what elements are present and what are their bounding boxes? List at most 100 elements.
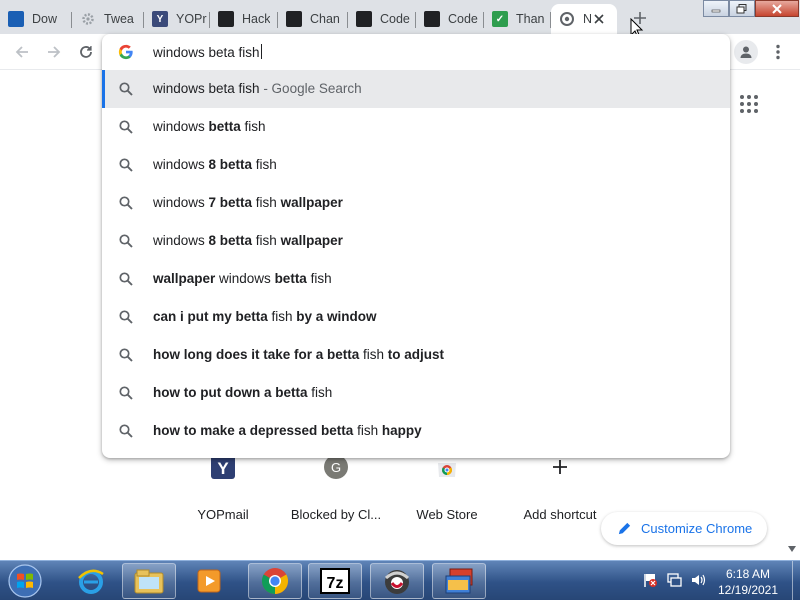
codepen-icon xyxy=(424,11,440,27)
start-button[interactable] xyxy=(4,562,46,600)
suggestion-match: windows beta fish xyxy=(153,81,260,96)
search-icon xyxy=(119,120,133,134)
suggestion-match-bold: how to put down a betta xyxy=(153,385,308,400)
terminal-icon xyxy=(286,11,302,27)
google-apps-icon[interactable] xyxy=(740,95,758,113)
suggestion-match-bold: betta xyxy=(208,119,241,134)
tab-title: Dow xyxy=(32,12,58,26)
suggestion-text: can i put my betta fish by a window xyxy=(153,309,377,324)
scroll-down-icon[interactable] xyxy=(786,543,798,555)
tray-action-center[interactable] xyxy=(642,571,658,589)
codepen-icon xyxy=(356,11,372,27)
suggestion-match-bold: 8 betta xyxy=(208,233,253,248)
shortcut-label: YOPmail xyxy=(197,507,249,522)
search-icon xyxy=(119,424,133,438)
browser-tab[interactable]: Code xyxy=(416,4,484,34)
omnibox-suggestion[interactable]: windows 8 betta fish xyxy=(102,146,730,184)
suggestion-match-bold: betta xyxy=(274,271,307,286)
minimize-button[interactable] xyxy=(703,0,729,17)
browser-tab[interactable]: Dow xyxy=(0,4,72,34)
tray-volume[interactable] xyxy=(690,571,706,589)
taskbar-sandbox[interactable] xyxy=(432,563,486,599)
pencil-icon xyxy=(618,522,631,535)
taskbar-internet-explorer[interactable] xyxy=(64,563,118,599)
google-g-icon xyxy=(118,44,133,60)
address-bar[interactable]: windows beta fish xyxy=(102,34,730,70)
close-icon xyxy=(772,3,782,14)
forward-button[interactable] xyxy=(42,40,66,64)
reload-button[interactable] xyxy=(74,40,98,64)
suggestion-match-bold: wallpaper xyxy=(280,195,343,210)
tab-title: Code xyxy=(380,12,410,26)
maximize-button[interactable] xyxy=(729,0,755,17)
taskbar-media-player[interactable] xyxy=(182,563,236,599)
suggestion-text: windows 7 betta fish wallpaper xyxy=(153,195,343,210)
text-caret xyxy=(260,44,262,59)
show-desktop-button[interactable] xyxy=(792,561,800,600)
chrome-menu-button[interactable] xyxy=(768,40,788,64)
media-player-icon xyxy=(197,569,221,593)
back-button[interactable] xyxy=(10,40,34,64)
arrow-right-icon xyxy=(48,46,61,58)
taskbar-clock[interactable]: 6:18 AM 12/19/2021 xyxy=(712,566,784,598)
ntp-shortcut[interactable]: Web Store xyxy=(391,448,503,528)
profile-button[interactable] xyxy=(734,40,758,64)
tray-network[interactable] xyxy=(666,571,682,589)
omnibox-suggestion[interactable]: windows beta fish - Google Search xyxy=(102,70,730,108)
suggestion-match-bold: happy xyxy=(381,423,422,438)
chrome-icon xyxy=(559,11,575,27)
omnibox-suggestion[interactable]: how long does it take for a betta fish t… xyxy=(102,336,730,374)
suggestion-match-bold: how long does it take for a betta xyxy=(153,347,360,362)
tab-title: YOPr xyxy=(176,12,207,26)
suggestion-match: fish xyxy=(359,347,388,362)
omnibox-suggestion[interactable]: windows 8 betta fish wallpaper xyxy=(102,222,730,260)
omnibox-suggestion[interactable]: wallpaper windows betta fish xyxy=(102,260,730,298)
suggestion-text: windows beta fish - Google Search xyxy=(153,81,362,96)
person-icon xyxy=(740,46,752,58)
suggestion-text: how long does it take for a betta fish t… xyxy=(153,347,444,362)
omnibox-suggestion[interactable]: how to put down a betta fish xyxy=(102,374,730,412)
file-explorer-icon xyxy=(134,569,164,594)
suggestion-text: wallpaper windows betta fish xyxy=(153,271,332,286)
browser-tab[interactable]: Chan xyxy=(278,4,348,34)
browser-tab[interactable]: N xyxy=(551,4,617,34)
suggestion-match-bold: how to make a depressed betta xyxy=(153,423,354,438)
taskbar-bandicam[interactable] xyxy=(370,563,424,599)
omnibox-input[interactable]: windows beta fish xyxy=(153,44,262,60)
omnibox-suggestion[interactable]: windows betta fish xyxy=(102,108,730,146)
gear-icon xyxy=(80,11,96,27)
close-window-button[interactable] xyxy=(755,0,799,17)
suggestion-text: how to put down a betta fish xyxy=(153,385,332,400)
more-vert-icon xyxy=(776,44,780,60)
suggestion-text: windows 8 betta fish wallpaper xyxy=(153,233,343,248)
omnibox-suggestion[interactable]: windows 7 betta fish wallpaper xyxy=(102,184,730,222)
bandicam-icon xyxy=(384,570,410,594)
taskbar-chrome[interactable] xyxy=(248,563,302,599)
suggestion-match: fish xyxy=(306,271,332,286)
taskbar-7zip[interactable]: 7z xyxy=(308,563,362,599)
browser-tab[interactable]: ✓ Than xyxy=(484,4,551,34)
suggestion-match: fish xyxy=(267,309,297,324)
browser-tab[interactable]: Code xyxy=(348,4,416,34)
browser-tab[interactable]: Hack xyxy=(210,4,278,34)
omnibox-suggestion[interactable]: how to make a depressed betta fish happy xyxy=(102,412,730,450)
tab-strip: Dow Twea Y YOPr Hack Chan Code Code ✓ Than N xyxy=(0,0,800,39)
tab-close-button[interactable] xyxy=(591,11,607,27)
arrow-left-icon xyxy=(15,46,28,58)
browser-tab[interactable]: Y YOPr xyxy=(144,4,210,34)
suggestion-match-bold: 8 betta xyxy=(208,157,253,172)
internet-explorer-icon xyxy=(78,569,104,594)
suggestion-match: fish xyxy=(252,157,277,172)
ntp-shortcut[interactable]: G Blocked by Cl... xyxy=(280,448,392,528)
reload-icon xyxy=(80,46,92,58)
suggestion-match-bold: wallpaper xyxy=(153,271,216,286)
search-icon xyxy=(119,158,133,172)
ntp-shortcut[interactable]: Add shortcut xyxy=(504,448,616,528)
taskbar-file-explorer[interactable] xyxy=(122,563,176,599)
browser-tab[interactable]: Twea xyxy=(72,4,144,34)
ntp-shortcut[interactable]: Y YOPmail xyxy=(167,448,279,528)
customize-chrome-button[interactable]: Customize Chrome xyxy=(601,512,767,545)
suggestion-match: windows xyxy=(153,195,209,210)
terminal-icon xyxy=(218,11,234,27)
omnibox-suggestion[interactable]: can i put my betta fish by a window xyxy=(102,298,730,336)
